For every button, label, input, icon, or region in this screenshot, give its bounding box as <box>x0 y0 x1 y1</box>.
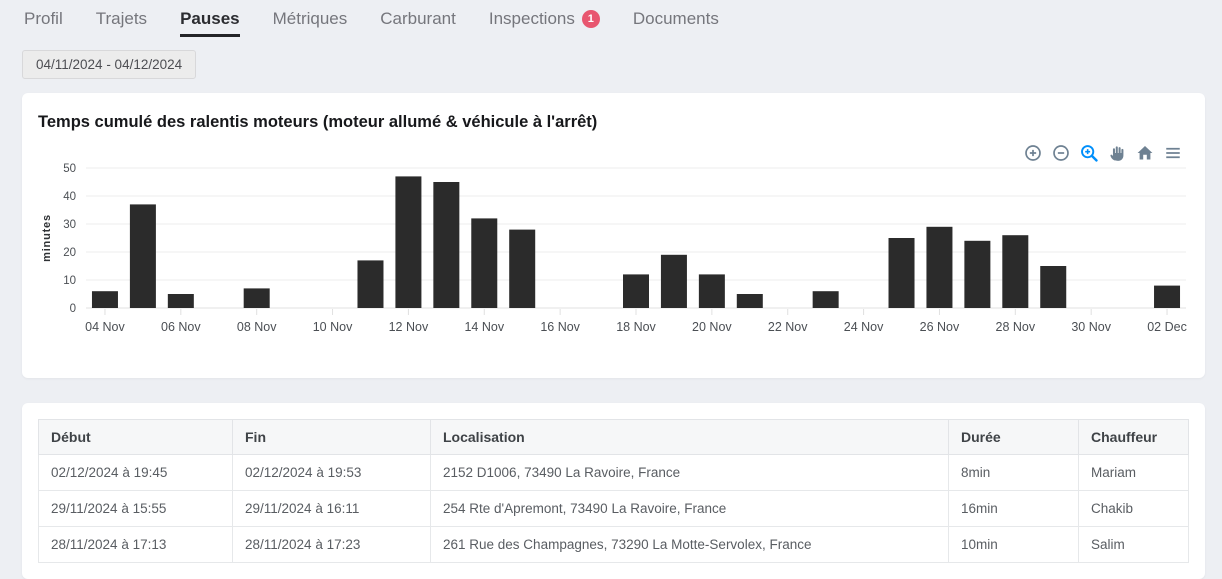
notification-badge: 1 <box>582 10 600 28</box>
table-cell: 2152 D1006, 73490 La Ravoire, France <box>431 455 949 491</box>
table-cell: 254 Rte d'Apremont, 73490 La Ravoire, Fr… <box>431 491 949 527</box>
table-header-row: Début Fin Localisation Durée Chauffeur <box>39 420 1189 455</box>
col-header-debut: Début <box>39 420 233 455</box>
svg-text:12 Nov: 12 Nov <box>389 320 429 334</box>
table-row: 02/12/2024 à 19:4502/12/2024 à 19:532152… <box>39 455 1189 491</box>
svg-text:28 Nov: 28 Nov <box>996 320 1036 334</box>
pauses-table: Début Fin Localisation Durée Chauffeur 0… <box>38 419 1189 563</box>
zoom-out-icon[interactable] <box>1051 143 1071 163</box>
svg-text:08 Nov: 08 Nov <box>237 320 277 334</box>
svg-text:0: 0 <box>70 303 76 315</box>
svg-text:16 Nov: 16 Nov <box>540 320 580 334</box>
bar-chart: 0 10 20 30 40 50 minutes 04 Nov 06 Nov 08 Nov 10 N… <box>22 132 1205 355</box>
svg-text:50: 50 <box>63 163 76 175</box>
svg-text:18 Nov: 18 Nov <box>616 320 656 334</box>
svg-text:20: 20 <box>63 247 76 259</box>
tab-label: Trajets <box>96 9 147 29</box>
table-cell: 8min <box>949 455 1079 491</box>
svg-text:06 Nov: 06 Nov <box>161 320 201 334</box>
tab-trajets[interactable]: Trajets <box>96 9 147 34</box>
table-cell: Chakib <box>1079 491 1189 527</box>
tab-carburant[interactable]: Carburant <box>380 9 456 34</box>
svg-text:10: 10 <box>63 275 76 287</box>
table-cell: Salim <box>1079 527 1189 563</box>
pauses-table-card: Début Fin Localisation Durée Chauffeur 0… <box>22 403 1205 579</box>
svg-text:20 Nov: 20 Nov <box>692 320 732 334</box>
top-nav: Profil Trajets Pauses Métriques Carburan… <box>0 0 1222 37</box>
chart-title: Temps cumulé des ralentis moteurs (moteu… <box>22 93 1205 132</box>
col-header-localisation: Localisation <box>431 420 949 455</box>
zoom-in-icon[interactable] <box>1023 143 1043 163</box>
tab-label: Métriques <box>273 9 348 29</box>
idle-time-chart-card: Temps cumulé des ralentis moteurs (moteu… <box>22 93 1205 378</box>
svg-text:30: 30 <box>63 219 76 231</box>
tab-label: Inspections <box>489 9 575 29</box>
svg-text:04 Nov: 04 Nov <box>85 320 125 334</box>
svg-text:02 Dec: 02 Dec <box>1147 320 1187 334</box>
tab-label: Profil <box>24 9 63 29</box>
table-cell: Mariam <box>1079 455 1189 491</box>
table-cell: 28/11/2024 à 17:23 <box>233 527 431 563</box>
tab-pauses[interactable]: Pauses <box>180 9 240 37</box>
table-cell: 02/12/2024 à 19:45 <box>39 455 233 491</box>
table-row: 28/11/2024 à 17:1328/11/2024 à 17:23261 … <box>39 527 1189 563</box>
table-cell: 29/11/2024 à 15:55 <box>39 491 233 527</box>
chart-toolbar <box>1023 143 1183 163</box>
svg-text:22 Nov: 22 Nov <box>768 320 808 334</box>
home-icon[interactable] <box>1135 143 1155 163</box>
svg-text:40: 40 <box>63 191 76 203</box>
tab-label: Pauses <box>180 9 240 29</box>
col-header-chauffeur: Chauffeur <box>1079 420 1189 455</box>
col-header-duree: Durée <box>949 420 1079 455</box>
table-cell: 28/11/2024 à 17:13 <box>39 527 233 563</box>
table-cell: 02/12/2024 à 19:53 <box>233 455 431 491</box>
menu-icon[interactable] <box>1163 143 1183 163</box>
svg-text:minutes: minutes <box>41 214 53 262</box>
col-header-fin: Fin <box>233 420 431 455</box>
tab-label: Carburant <box>380 9 456 29</box>
tab-label: Documents <box>633 9 719 29</box>
date-range-picker[interactable]: 04/11/2024 - 04/12/2024 <box>22 50 196 79</box>
tab-profil[interactable]: Profil <box>24 9 63 34</box>
table-cell: 16min <box>949 491 1079 527</box>
table-cell: 261 Rue des Champagnes, 73290 La Motte-S… <box>431 527 949 563</box>
pan-icon[interactable] <box>1107 143 1127 163</box>
svg-text:26 Nov: 26 Nov <box>920 320 960 334</box>
tab-inspections[interactable]: Inspections 1 <box>489 9 600 34</box>
tab-metriques[interactable]: Métriques <box>273 9 348 34</box>
svg-text:10 Nov: 10 Nov <box>313 320 353 334</box>
svg-text:14 Nov: 14 Nov <box>464 320 504 334</box>
table-cell: 10min <box>949 527 1079 563</box>
bar-chart-svg: 0 10 20 30 40 50 minutes 04 Nov 06 Nov 08 Nov 10 N… <box>38 158 1189 350</box>
selection-zoom-icon[interactable] <box>1079 143 1099 163</box>
table-row: 29/11/2024 à 15:5529/11/2024 à 16:11254 … <box>39 491 1189 527</box>
svg-text:30 Nov: 30 Nov <box>1071 320 1111 334</box>
svg-text:24 Nov: 24 Nov <box>844 320 884 334</box>
tab-documents[interactable]: Documents <box>633 9 719 34</box>
table-cell: 29/11/2024 à 16:11 <box>233 491 431 527</box>
